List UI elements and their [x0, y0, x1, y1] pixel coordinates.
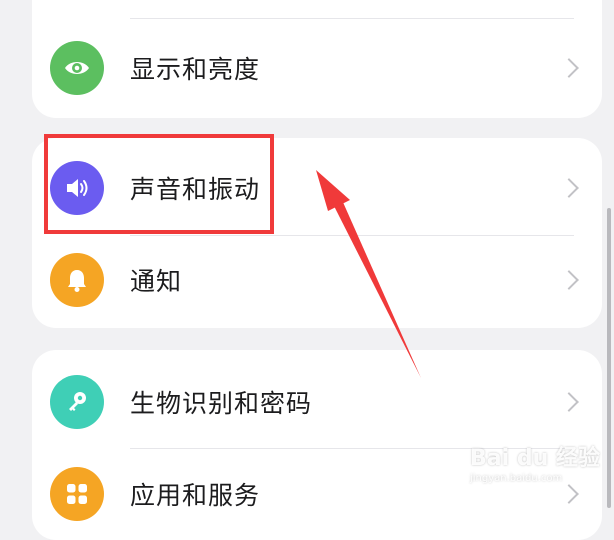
settings-item-label: 通知: [130, 267, 183, 296]
eye-icon: [50, 41, 104, 95]
chevron-right-icon: [559, 178, 579, 198]
settings-item-label: 应用和服务: [130, 481, 261, 510]
divider: [130, 18, 574, 19]
settings-group-security: 生物识别和密码 应用和服务: [32, 350, 602, 540]
watermark-domain: jingyan.baidu.com: [470, 473, 563, 484]
watermark: Bai du 经验 jingyan.baidu.com: [470, 448, 600, 484]
watermark-brand: Bai du 经验: [470, 446, 600, 471]
settings-item-display-brightness[interactable]: 显示和亮度: [32, 22, 602, 114]
key-icon: [50, 375, 104, 429]
chevron-right-icon: [559, 270, 579, 290]
scrollbar[interactable]: [607, 208, 611, 508]
chevron-right-icon: [559, 392, 579, 412]
chevron-right-icon: [559, 58, 579, 78]
chevron-right-icon: [559, 484, 579, 504]
settings-item-label: 显示和亮度: [130, 55, 261, 84]
highlight-box: [44, 134, 274, 234]
settings-item-notifications[interactable]: 通知: [32, 234, 602, 326]
bell-icon: [50, 253, 104, 307]
settings-item-biometrics-password[interactable]: 生物识别和密码: [32, 356, 602, 448]
settings-item-label: 生物识别和密码: [130, 389, 313, 418]
apps-grid-icon: [50, 467, 104, 521]
settings-group-display: 显示和亮度: [32, 0, 602, 118]
